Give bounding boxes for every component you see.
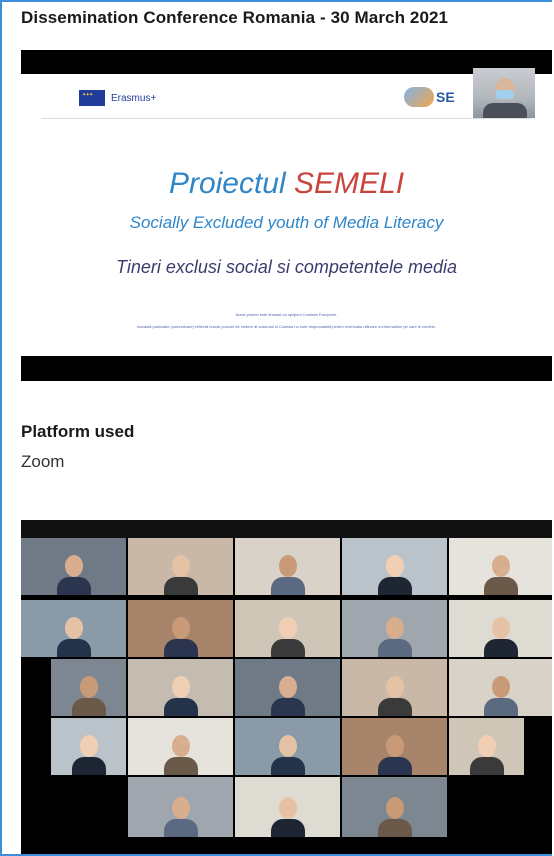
participant-head [171, 555, 190, 577]
participant-head [385, 676, 404, 698]
gallery-top-bar [21, 520, 552, 538]
slide-subtitle: Socially Excluded youth of Media Literac… [129, 213, 444, 232]
participant-body [163, 577, 198, 595]
slide-tagline: Tineri exclusi social si competentele me… [116, 257, 457, 277]
participant-video-tile [128, 777, 233, 837]
zoom-gallery-screenshot [21, 520, 552, 854]
participant-body [163, 698, 198, 716]
participant-body [270, 698, 305, 716]
participant-video-tile [235, 777, 340, 837]
participant-body [71, 698, 106, 716]
participant-video-tile [235, 659, 340, 716]
participant-head [491, 555, 510, 577]
slide-fine-print-2: Această publicație (comunicare) reflectă… [136, 324, 437, 329]
participant-body [483, 698, 518, 716]
participant-head [64, 555, 83, 577]
participant-video-tile [128, 538, 233, 595]
participant-head [171, 797, 190, 819]
participant-body [377, 757, 412, 775]
participant-video-tile [342, 777, 447, 837]
participant-video-tile [342, 659, 447, 716]
erasmus-logo-text: Erasmus+ [111, 93, 157, 104]
participant-video-tile [449, 659, 552, 716]
participant-video-tile [51, 659, 126, 716]
participant-body [270, 757, 305, 775]
participant-head [278, 555, 297, 577]
platform-value: Zoom [21, 452, 65, 471]
participant-head [278, 676, 297, 698]
participant-body [56, 639, 91, 657]
participant-head [79, 676, 98, 698]
slide-fine-print-1: Acest proiect este finanțat cu sprijinul… [235, 312, 338, 317]
participant-video-tile [449, 600, 552, 657]
participant-video-tile [21, 538, 126, 595]
slide-divider [41, 118, 531, 119]
participant-video-tile [128, 659, 233, 716]
participant-head [385, 735, 404, 757]
participant-body [270, 819, 305, 837]
participant-body [483, 639, 518, 657]
slide-title: Proiectul SEMELI [21, 167, 552, 201]
participant-head [278, 617, 297, 639]
participant-body [377, 639, 412, 657]
participant-video-tile [342, 538, 447, 595]
participant-body [377, 819, 412, 837]
participant-body [56, 577, 91, 595]
participant-video-tile [449, 718, 524, 775]
participant-video-tile [128, 718, 233, 775]
participant-head [79, 735, 98, 757]
slide-title-part1: Proiectul [168, 167, 294, 200]
participant-body [377, 577, 412, 595]
participant-video-tile [449, 538, 552, 595]
speaker-body [483, 103, 527, 118]
participant-head [278, 735, 297, 757]
participant-head [385, 555, 404, 577]
participant-video-tile [51, 718, 126, 775]
participant-head [278, 797, 297, 819]
participant-video-tile [342, 718, 447, 775]
participant-body [270, 639, 305, 657]
semeli-logo-icon [404, 87, 434, 107]
participant-head [385, 617, 404, 639]
participant-video-tile [235, 600, 340, 657]
content-frame: Dissemination Conference Romania - 30 Ma… [0, 0, 552, 856]
speaker-mask [496, 90, 514, 99]
participant-body [469, 757, 504, 775]
participant-body [377, 698, 412, 716]
participant-head [477, 735, 496, 757]
participant-body [163, 819, 198, 837]
speaker-video-thumbnail [473, 68, 535, 118]
participant-video-tile [21, 600, 126, 657]
participant-head [491, 676, 510, 698]
participant-body [163, 639, 198, 657]
participant-head [385, 797, 404, 819]
slide-title-part2: SEMELI [294, 167, 405, 200]
participant-head [171, 735, 190, 757]
participant-body [270, 577, 305, 595]
participant-head [491, 617, 510, 639]
participant-head [171, 617, 190, 639]
participant-video-tile [235, 538, 340, 595]
participant-video-tile [128, 600, 233, 657]
presentation-screenshot: Erasmus+ SE Proiectul SEMELI Socially Ex… [21, 50, 552, 381]
participant-head [64, 617, 83, 639]
participant-video-tile [342, 600, 447, 657]
participant-head [171, 676, 190, 698]
platform-heading: Platform used [21, 422, 135, 441]
page-title: Dissemination Conference Romania - 30 Ma… [21, 8, 449, 27]
participant-body [483, 577, 518, 595]
eu-flag-icon [79, 90, 105, 106]
semeli-logo-text: SE [436, 89, 455, 105]
participant-body [163, 757, 198, 775]
participant-body [71, 757, 106, 775]
participant-video-tile [235, 718, 340, 775]
